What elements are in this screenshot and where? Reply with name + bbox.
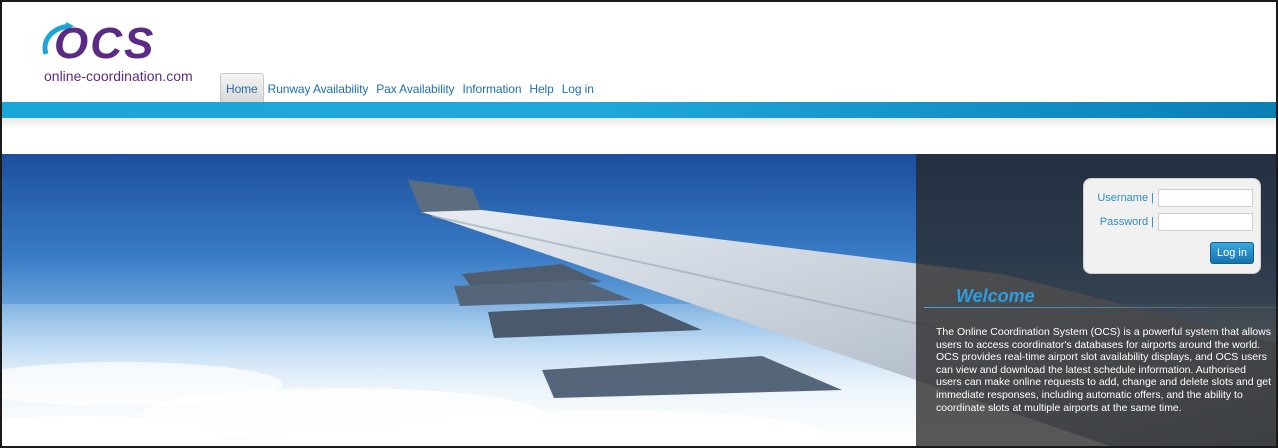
nav-information[interactable]: Information <box>458 82 525 102</box>
ocs-logo-mark: OCS <box>42 20 155 66</box>
password-input[interactable] <box>1158 213 1253 231</box>
main-nav: Home Runway Availability Pax Availabilit… <box>220 72 598 102</box>
ocs-logo[interactable]: OCS online-coordination.com <box>40 20 210 90</box>
nav-home[interactable]: Home <box>220 73 264 102</box>
svg-text:OCS: OCS <box>54 20 155 66</box>
nav-pax-availability[interactable]: Pax Availability <box>372 82 458 102</box>
page-frame: OCS online-coordination.com Home Runway … <box>0 0 1278 448</box>
username-label: Username | <box>1097 192 1154 204</box>
password-row: Password | <box>1084 213 1253 231</box>
login-button[interactable]: Log in <box>1210 242 1254 264</box>
username-input[interactable] <box>1158 189 1253 207</box>
nav-log-in[interactable]: Log in <box>558 82 598 102</box>
login-form: Username | Password | Log in <box>1083 178 1261 274</box>
username-row: Username | <box>1084 189 1253 207</box>
header-accent-bar <box>2 102 1276 128</box>
welcome-heading: Welcome <box>956 286 1035 306</box>
welcome-divider <box>924 307 1276 308</box>
nav-help[interactable]: Help <box>525 82 557 102</box>
nav-runway-availability[interactable]: Runway Availability <box>264 82 373 102</box>
password-label: Password | <box>1099 216 1154 228</box>
welcome-description: The Online Coordination System (OCS) is … <box>936 326 1272 414</box>
logo-domain-text: online-coordination.com <box>44 68 193 84</box>
